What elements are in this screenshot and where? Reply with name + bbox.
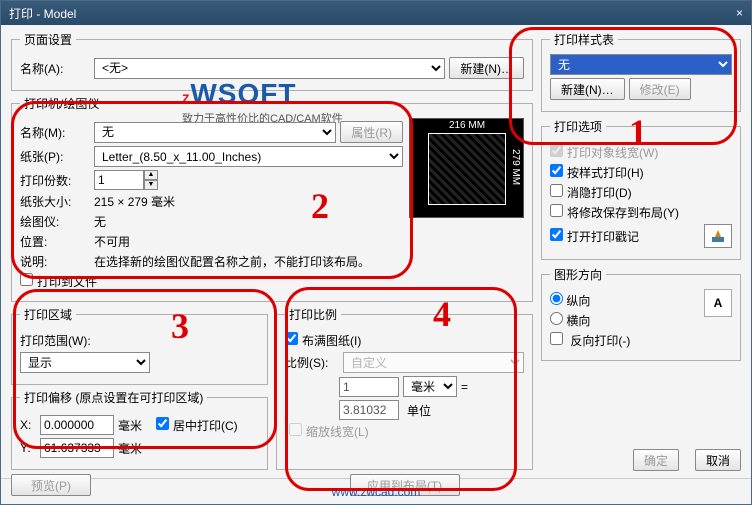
y-input[interactable] — [40, 438, 114, 458]
orient-legend: 图形方向 — [550, 266, 606, 283]
page-name-label: 名称(A): — [20, 60, 90, 77]
orientation-group: 图形方向 纵向 横向 反向打印(-) A — [541, 266, 741, 361]
printer-name-label: 名称(M): — [20, 124, 90, 141]
printer-legend: 打印机/绘图仪 — [20, 95, 103, 112]
scale-unit1[interactable]: 毫米 — [403, 376, 457, 397]
page-name-select[interactable]: <无> — [94, 58, 445, 79]
stamp-icon — [710, 228, 726, 244]
opt-lineweight-check: 打印对象线宽(W) — [550, 144, 658, 161]
spin-down-icon[interactable]: ▼ — [144, 180, 158, 190]
x-unit: 毫米 — [118, 417, 142, 434]
orientation-icon: A — [704, 289, 732, 317]
ratio-label: 比例(S): — [285, 354, 339, 371]
scale-num2 — [339, 400, 399, 420]
position-label: 位置: — [20, 233, 90, 250]
page-setup-legend: 页面设置 — [20, 31, 76, 48]
paper-label: 纸张(P): — [20, 148, 90, 165]
scale-num1 — [339, 377, 399, 397]
x-label: X: — [20, 418, 36, 432]
copies-input[interactable] — [94, 170, 144, 190]
stamp-settings-button[interactable] — [704, 224, 732, 248]
equals: = — [461, 380, 468, 394]
page-new-button[interactable]: 新建(N)… — [449, 57, 524, 79]
style-new-button[interactable]: 新建(N)… — [550, 78, 625, 100]
printer-group: 打印机/绘图仪 名称(M): 无 属性(R) 纸张(P): Letter_(8.… — [11, 95, 533, 302]
print-offset-group: 打印偏移 (原点设置在可打印区域) X: 毫米 居中打印(C) Y: 毫米 — [11, 389, 268, 470]
copies-stepper[interactable]: ▲▼ — [94, 170, 158, 190]
scale-unit2: 单位 — [403, 402, 457, 419]
paper-select[interactable]: Letter_(8.50_x_11.00_Inches) — [94, 146, 403, 167]
preview-width: 216 MM — [430, 120, 504, 131]
plotter-label: 绘图仪: — [20, 213, 90, 230]
y-label: Y: — [20, 441, 36, 455]
preview-height: 279 MM — [510, 149, 521, 185]
scale-legend: 打印比例 — [285, 306, 341, 323]
plotter-value: 无 — [94, 213, 106, 230]
desc-value: 在选择新的绘图仪配置名称之前，不能打印该布局。 — [94, 253, 403, 270]
style-edit-button: 修改(E) — [629, 78, 691, 100]
window-title: 打印 - Model — [9, 5, 76, 22]
fit-paper-check[interactable]: 布满图纸(I) — [285, 332, 361, 349]
scale-lineweight-check: 缩放线宽(L) — [289, 423, 369, 440]
print-area-legend: 打印区域 — [20, 306, 76, 323]
style-table-legend: 打印样式表 — [550, 31, 618, 48]
printer-props-button: 属性(R) — [340, 121, 403, 143]
position-value: 不可用 — [94, 233, 130, 250]
paper-preview: 216 MM 279 MM — [409, 118, 524, 218]
opt-stamp-check[interactable]: 打开打印戳记 — [550, 228, 639, 245]
ok-button: 确定 — [633, 449, 679, 471]
options-legend: 打印选项 — [550, 118, 606, 135]
preview-button: 预览(P) — [11, 474, 91, 496]
reverse-check[interactable]: 反向打印(-) — [550, 332, 630, 349]
offset-legend: 打印偏移 (原点设置在可打印区域) — [20, 389, 207, 406]
paper-size-label: 纸张大小: — [20, 193, 90, 210]
printer-name-select[interactable]: 无 — [94, 122, 336, 143]
opt-savechanges-check[interactable]: 将修改保存到布局(Y) — [550, 204, 679, 221]
print-scale-group: 打印比例 布满图纸(I) 比例(S): 自定义 毫米 = — [276, 306, 533, 470]
range-label: 打印范围(W): — [20, 332, 91, 349]
close-icon[interactable]: × — [736, 6, 743, 20]
page-setup-group: 页面设置 名称(A): <无> 新建(N)… ZWSOFT 致力于高性价比的CA… — [11, 31, 533, 91]
desc-label: 说明: — [20, 253, 90, 270]
print-options-group: 打印选项 打印对象线宽(W) 按样式打印(H) 消隐打印(D) 将修改保存到布局… — [541, 118, 741, 260]
style-table-group: 打印样式表 无 新建(N)… 修改(E) — [541, 31, 741, 112]
center-print-check[interactable]: 居中打印(C) — [156, 417, 238, 434]
print-area-group: 打印区域 打印范围(W): 显示 — [11, 306, 268, 385]
opt-hidden-check[interactable]: 消隐打印(D) — [550, 184, 632, 201]
style-table-select[interactable]: 无 — [550, 54, 732, 75]
range-select[interactable]: 显示 — [20, 352, 150, 373]
y-unit: 毫米 — [118, 440, 142, 457]
ratio-select: 自定义 — [343, 352, 524, 373]
opt-bystyle-check[interactable]: 按样式打印(H) — [550, 164, 644, 181]
print-to-file-check[interactable]: 打印到文件 — [20, 273, 97, 290]
titlebar: 打印 - Model × — [1, 1, 751, 25]
x-input[interactable] — [40, 415, 114, 435]
spin-up-icon[interactable]: ▲ — [144, 170, 158, 180]
cancel-button[interactable]: 取消 — [695, 449, 741, 471]
portrait-radio[interactable]: 纵向 — [550, 292, 590, 309]
print-dialog: 打印 - Model × 页面设置 名称(A): <无> 新建(N)… ZWSO… — [0, 0, 752, 505]
copies-label: 打印份数: — [20, 172, 90, 189]
landscape-radio[interactable]: 横向 — [550, 312, 590, 329]
footer-url: www.zwcad.com — [332, 485, 421, 499]
paper-size-value: 215 × 279 毫米 — [94, 193, 175, 210]
